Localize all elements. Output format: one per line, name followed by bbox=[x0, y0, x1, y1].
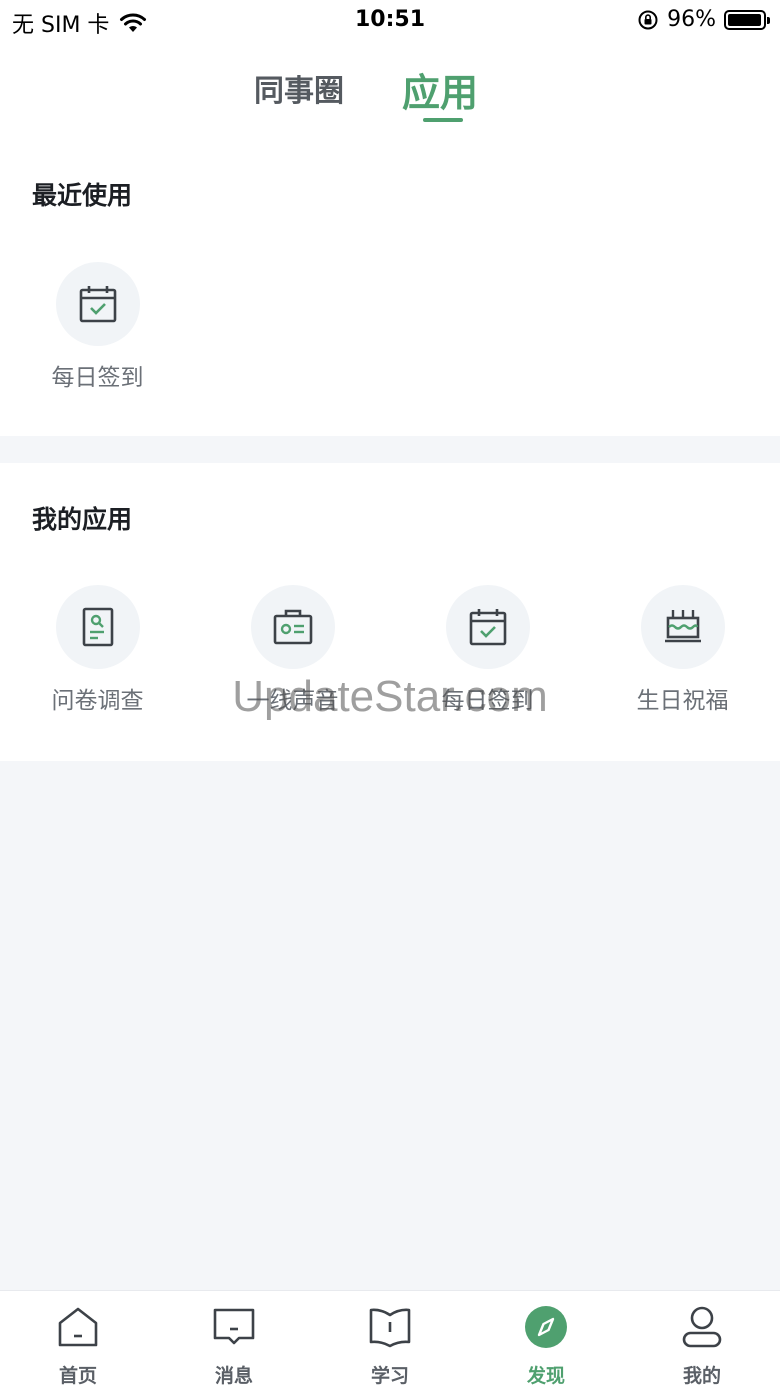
battery-percent: 96% bbox=[667, 7, 716, 32]
calendar-check-icon bbox=[55, 262, 140, 346]
book-icon bbox=[369, 1308, 411, 1348]
bottom-nav: 首页 消息 学习 发现 我的 bbox=[0, 1290, 780, 1387]
header: 同事圈 应用 bbox=[0, 42, 780, 142]
calendar-check-icon bbox=[445, 585, 530, 669]
my-apps-section-title: 我的应用 bbox=[32, 505, 133, 534]
id-card-icon bbox=[250, 585, 335, 669]
battery-fill bbox=[728, 13, 761, 26]
app-label: 每日签到 bbox=[441, 688, 534, 714]
message-icon bbox=[213, 1308, 255, 1345]
app-birthday-wishes[interactable]: 生日祝福 bbox=[585, 585, 780, 715]
app-label: 生日祝福 bbox=[636, 688, 729, 714]
nav-label: 学习 bbox=[370, 1365, 409, 1387]
status-right: 96% bbox=[637, 7, 770, 32]
tab-colleagues[interactable]: 同事圈 bbox=[254, 66, 344, 110]
battery-icon bbox=[724, 9, 770, 30]
nav-messages[interactable]: 消息 bbox=[156, 1305, 312, 1387]
recent-app-daily-checkin[interactable]: 每日签到 bbox=[0, 262, 195, 392]
app-survey[interactable]: 问卷调查 bbox=[0, 585, 195, 715]
app-frontline-voice[interactable]: 一线声音 bbox=[195, 585, 390, 715]
nav-discover[interactable]: 发现 bbox=[468, 1305, 624, 1387]
survey-icon bbox=[55, 585, 140, 669]
nav-profile[interactable]: 我的 bbox=[624, 1305, 780, 1387]
nav-label: 首页 bbox=[58, 1365, 97, 1387]
nav-label: 发现 bbox=[526, 1365, 565, 1387]
my-apps-section: 我的应用 问卷调查 一线声音 每日签到 生日祝福 bbox=[0, 463, 780, 761]
recent-section-title: 最近使用 bbox=[32, 181, 133, 210]
user-icon bbox=[682, 1306, 722, 1348]
app-label: 问卷调查 bbox=[51, 688, 144, 714]
recent-section: 最近使用 每日签到 bbox=[0, 142, 780, 436]
home-icon bbox=[58, 1307, 98, 1347]
app-label: 每日签到 bbox=[51, 365, 144, 391]
status-bar: 无 SIM 卡 10:51 96% bbox=[0, 0, 780, 42]
app-daily-checkin[interactable]: 每日签到 bbox=[390, 585, 585, 715]
tab-apps[interactable]: 应用 bbox=[402, 62, 478, 117]
nav-label: 消息 bbox=[214, 1365, 253, 1387]
nav-learning[interactable]: 学习 bbox=[312, 1305, 468, 1387]
cake-icon bbox=[640, 585, 725, 669]
compass-icon bbox=[525, 1306, 567, 1348]
nav-label: 我的 bbox=[682, 1365, 721, 1387]
app-label: 一线声音 bbox=[246, 688, 339, 714]
rotation-lock-icon bbox=[638, 10, 658, 29]
active-tab-indicator bbox=[423, 118, 463, 122]
nav-home[interactable]: 首页 bbox=[0, 1305, 156, 1387]
